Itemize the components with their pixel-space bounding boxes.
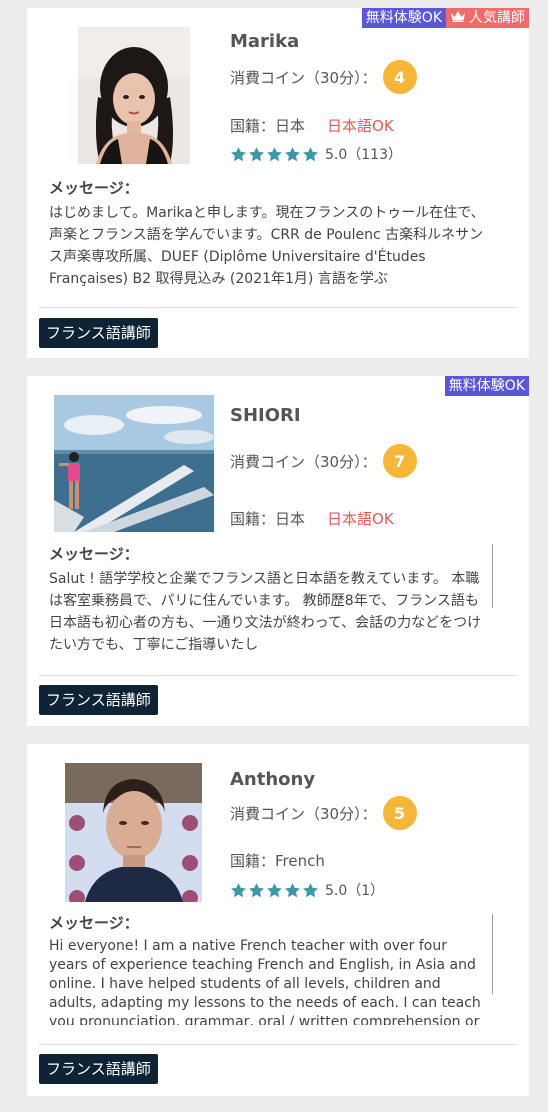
divider <box>39 307 517 308</box>
teacher-name[interactable]: SHIORI <box>230 405 301 426</box>
star-icon <box>303 146 318 161</box>
coin-cost: 消費コイン（30分）： 5 <box>230 796 417 830</box>
popular-teacher-badge: 人気講師 <box>446 8 529 28</box>
star-icon <box>249 882 264 897</box>
star-icon <box>249 146 264 161</box>
nationality-row: 国籍：日本 日本語OK <box>230 508 394 529</box>
scrollbar[interactable] <box>492 544 493 608</box>
category-tag[interactable]: フランス語講師 <box>39 685 158 715</box>
message-label: メッセージ： <box>49 914 139 932</box>
teacher-card[interactable]: Anthony 消費コイン（30分）： 5 国籍：French 5.0（1） メ… <box>27 744 529 1096</box>
message-text: はじめまして。Marikaと申します。現在フランスのトゥール在住で、声楽とフラン… <box>49 205 485 287</box>
star-icon <box>267 882 282 897</box>
japanese-ok-label: 日本語OK <box>327 510 394 528</box>
star-icon <box>231 146 246 161</box>
scrollbar[interactable] <box>492 914 493 994</box>
rating-value: 5.0（113） <box>325 147 402 163</box>
category-tag[interactable]: フランス語講師 <box>39 1054 158 1084</box>
coin-label: 消費コイン（30分）： <box>230 68 377 87</box>
rating-row: 5.0（1） <box>230 880 384 900</box>
teacher-photo[interactable] <box>54 395 214 532</box>
star-icon <box>303 882 318 897</box>
nationality: 国籍：日本 <box>230 510 306 528</box>
teacher-card[interactable]: 無料体験OK SHIORI 消費コイン（30分）： 7 国籍：日本 日本語OK … <box>27 376 529 726</box>
coin-value: 4 <box>382 60 417 94</box>
coin-label: 消費コイン（30分）： <box>230 452 377 471</box>
badge-group: 無料体験OK <box>444 376 529 396</box>
category-tag[interactable]: フランス語講師 <box>39 318 158 348</box>
rating-value: 5.0（1） <box>325 883 385 899</box>
badge-group: 無料体験OK 人気講師 <box>361 8 529 28</box>
teacher-name[interactable]: Marika <box>230 31 299 52</box>
star-icon <box>267 146 282 161</box>
teacher-card[interactable]: 無料体験OK 人気講師 Marika 消費コイン（30分）： 4 国籍：日本 日… <box>27 8 529 358</box>
star-rating <box>230 146 319 163</box>
divider <box>39 1044 517 1045</box>
star-rating <box>230 882 319 899</box>
free-trial-badge: 無料体験OK <box>361 8 446 28</box>
message-text: Hi everyone! I am a native French teache… <box>49 938 481 1025</box>
popular-badge-label: 人気講師 <box>469 10 525 26</box>
message-label: メッセージ： <box>49 545 139 563</box>
star-icon <box>285 882 300 897</box>
coin-value: 5 <box>382 796 417 830</box>
teacher-photo[interactable] <box>65 763 202 902</box>
coin-value: 7 <box>382 444 417 478</box>
crown-icon <box>450 8 466 28</box>
coin-cost: 消費コイン（30分）： 4 <box>230 60 417 94</box>
star-icon <box>285 146 300 161</box>
free-trial-badge: 無料体験OK <box>444 376 529 396</box>
message-text: Salut ! 語学学校と企業でフランス語と日本語を教えています。 本職は客室乗… <box>49 571 482 653</box>
teacher-name[interactable]: Anthony <box>230 769 315 790</box>
rating-row: 5.0（113） <box>230 144 402 164</box>
star-icon <box>231 882 246 897</box>
teacher-photo[interactable] <box>78 27 190 164</box>
japanese-ok-label: 日本語OK <box>327 117 394 135</box>
coin-cost: 消費コイン（30分）： 7 <box>230 444 417 478</box>
nationality: 国籍：日本 <box>230 117 306 135</box>
coin-label: 消費コイン（30分）： <box>230 804 377 823</box>
message-label: メッセージ： <box>49 179 139 197</box>
nationality-row: 国籍：日本 日本語OK <box>230 115 394 136</box>
nationality-row: 国籍：French <box>230 850 325 871</box>
nationality: 国籍：French <box>230 852 325 870</box>
divider <box>39 675 517 676</box>
